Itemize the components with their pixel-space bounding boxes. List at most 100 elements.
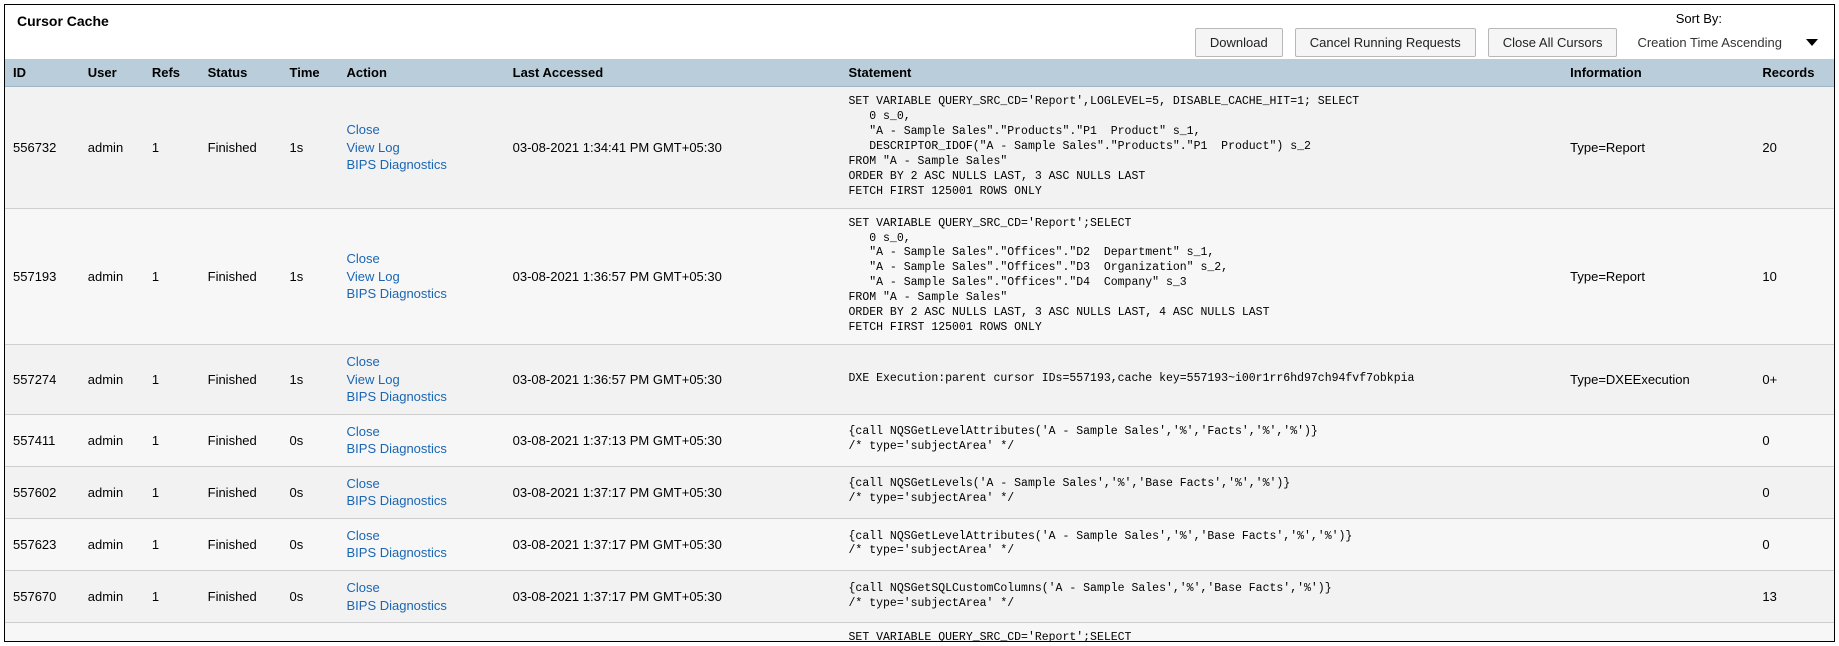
bips-diagnostics-link[interactable]: BIPS Diagnostics (346, 285, 496, 303)
cell-information (1562, 466, 1754, 518)
cell-actions: CloseView LogBIPS Diagnostics (338, 208, 504, 345)
bips-diagnostics-link[interactable]: BIPS Diagnostics (346, 597, 496, 615)
col-id[interactable]: ID (5, 59, 80, 87)
cell-information: Type=DXEExecution (1562, 345, 1754, 415)
close-link[interactable]: Close (346, 250, 496, 268)
cell-actions: CloseBIPS Diagnostics (338, 466, 504, 518)
cell-id: 557623 (5, 518, 80, 570)
cell-status: Finished (200, 414, 282, 466)
cell-user: admin (80, 345, 144, 415)
cell-statement: {call NQSGetLevelAttributes('A - Sample … (841, 518, 1563, 570)
cell-refs: 1 (144, 345, 200, 415)
col-statement[interactable]: Statement (841, 59, 1563, 87)
table-row: 557274admin1Finished1sCloseView LogBIPS … (5, 345, 1834, 415)
cell-statement: SET VARIABLE QUERY_SRC_CD='Report',LOGLE… (841, 87, 1563, 209)
table-row: 557602admin1Finished0sCloseBIPS Diagnost… (5, 466, 1834, 518)
close-link[interactable]: Close (346, 527, 496, 545)
col-records[interactable]: Records (1754, 59, 1834, 87)
cell-statement: DXE Execution:parent cursor IDs=557193,c… (841, 345, 1563, 415)
download-button[interactable]: Download (1195, 28, 1283, 57)
cell-id: 557602 (5, 466, 80, 518)
cell-status: Finished (200, 518, 282, 570)
cell-time: 0s (282, 518, 339, 570)
page-title: Cursor Cache (17, 11, 109, 29)
sort-by-value: Creation Time Ascending (1637, 35, 1782, 50)
cell-status: Finished (200, 570, 282, 622)
col-action[interactable]: Action (338, 59, 504, 87)
cell-records: 0 (1754, 466, 1834, 518)
cell-refs: 1 (144, 518, 200, 570)
cell-id (5, 623, 80, 642)
top-right-controls: Sort By: Download Cancel Running Request… (1195, 11, 1822, 57)
bips-diagnostics-link[interactable]: BIPS Diagnostics (346, 156, 496, 174)
cell-information: Type=Report (1562, 208, 1754, 345)
close-link[interactable]: Close (346, 121, 496, 139)
table-row: 557193admin1Finished1sCloseView LogBIPS … (5, 208, 1834, 345)
cell-actions: CloseView LogBIPS Diagnostics (338, 345, 504, 415)
cell-time: 1s (282, 345, 339, 415)
cell-last-accessed: 03-08-2021 1:37:17 PM GMT+05:30 (505, 570, 841, 622)
cell-last-accessed (505, 623, 841, 642)
cell-last-accessed: 03-08-2021 1:36:57 PM GMT+05:30 (505, 208, 841, 345)
view-log-link[interactable]: View Log (346, 139, 496, 157)
col-user[interactable]: User (80, 59, 144, 87)
col-status[interactable]: Status (200, 59, 282, 87)
cell-last-accessed: 03-08-2021 1:37:13 PM GMT+05:30 (505, 414, 841, 466)
cell-information (1562, 518, 1754, 570)
col-info[interactable]: Information (1562, 59, 1754, 87)
cell-records: 0 (1754, 414, 1834, 466)
cursor-cache-panel: Cursor Cache Sort By: Download Cancel Ru… (4, 4, 1835, 642)
cell-actions: CloseBIPS Diagnostics (338, 570, 504, 622)
sort-by-label: Sort By: (1676, 11, 1822, 26)
cell-records: 0 (1754, 518, 1834, 570)
cell-actions: CloseBIPS Diagnostics (338, 414, 504, 466)
cell-refs: 1 (144, 208, 200, 345)
view-log-link[interactable]: View Log (346, 371, 496, 389)
cell-last-accessed: 03-08-2021 1:34:41 PM GMT+05:30 (505, 87, 841, 209)
cell-actions (338, 623, 504, 642)
cell-actions: CloseBIPS Diagnostics (338, 518, 504, 570)
cell-information (1562, 623, 1754, 642)
header-row: ID User Refs Status Time Action Last Acc… (5, 59, 1834, 87)
cell-records: 20 (1754, 87, 1834, 209)
cell-user: admin (80, 87, 144, 209)
cell-last-accessed: 03-08-2021 1:37:17 PM GMT+05:30 (505, 518, 841, 570)
table-row: 557670admin1Finished0sCloseBIPS Diagnost… (5, 570, 1834, 622)
table-row: SET VARIABLE QUERY_SRC_CD='Report';SELEC… (5, 623, 1834, 642)
cell-user: admin (80, 570, 144, 622)
view-log-link[interactable]: View Log (346, 268, 496, 286)
cell-last-accessed: 03-08-2021 1:36:57 PM GMT+05:30 (505, 345, 841, 415)
close-link[interactable]: Close (346, 579, 496, 597)
cell-statement: SET VARIABLE QUERY_SRC_CD='Report';SELEC… (841, 208, 1563, 345)
cell-status: Finished (200, 466, 282, 518)
cursor-table: ID User Refs Status Time Action Last Acc… (5, 59, 1834, 642)
bips-diagnostics-link[interactable]: BIPS Diagnostics (346, 440, 496, 458)
sort-by-select[interactable]: Creation Time Ascending (1629, 35, 1822, 50)
cell-records (1754, 623, 1834, 642)
cell-refs: 1 (144, 87, 200, 209)
close-link[interactable]: Close (346, 475, 496, 493)
cell-user: admin (80, 208, 144, 345)
cell-time: 1s (282, 87, 339, 209)
col-refs[interactable]: Refs (144, 59, 200, 87)
cell-time: 0s (282, 570, 339, 622)
cell-statement: {call NQSGetLevels('A - Sample Sales','%… (841, 466, 1563, 518)
cell-records: 13 (1754, 570, 1834, 622)
col-time[interactable]: Time (282, 59, 339, 87)
bips-diagnostics-link[interactable]: BIPS Diagnostics (346, 492, 496, 510)
cell-information: Type=Report (1562, 87, 1754, 209)
cell-information (1562, 570, 1754, 622)
close-all-cursors-button[interactable]: Close All Cursors (1488, 28, 1618, 57)
cell-user: admin (80, 518, 144, 570)
bips-diagnostics-link[interactable]: BIPS Diagnostics (346, 544, 496, 562)
close-link[interactable]: Close (346, 353, 496, 371)
cancel-running-requests-button[interactable]: Cancel Running Requests (1295, 28, 1476, 57)
cell-user: admin (80, 466, 144, 518)
bips-diagnostics-link[interactable]: BIPS Diagnostics (346, 388, 496, 406)
cell-id: 556732 (5, 87, 80, 209)
table-row: 557411admin1Finished0sCloseBIPS Diagnost… (5, 414, 1834, 466)
cell-information (1562, 414, 1754, 466)
col-last[interactable]: Last Accessed (505, 59, 841, 87)
cell-records: 10 (1754, 208, 1834, 345)
close-link[interactable]: Close (346, 423, 496, 441)
